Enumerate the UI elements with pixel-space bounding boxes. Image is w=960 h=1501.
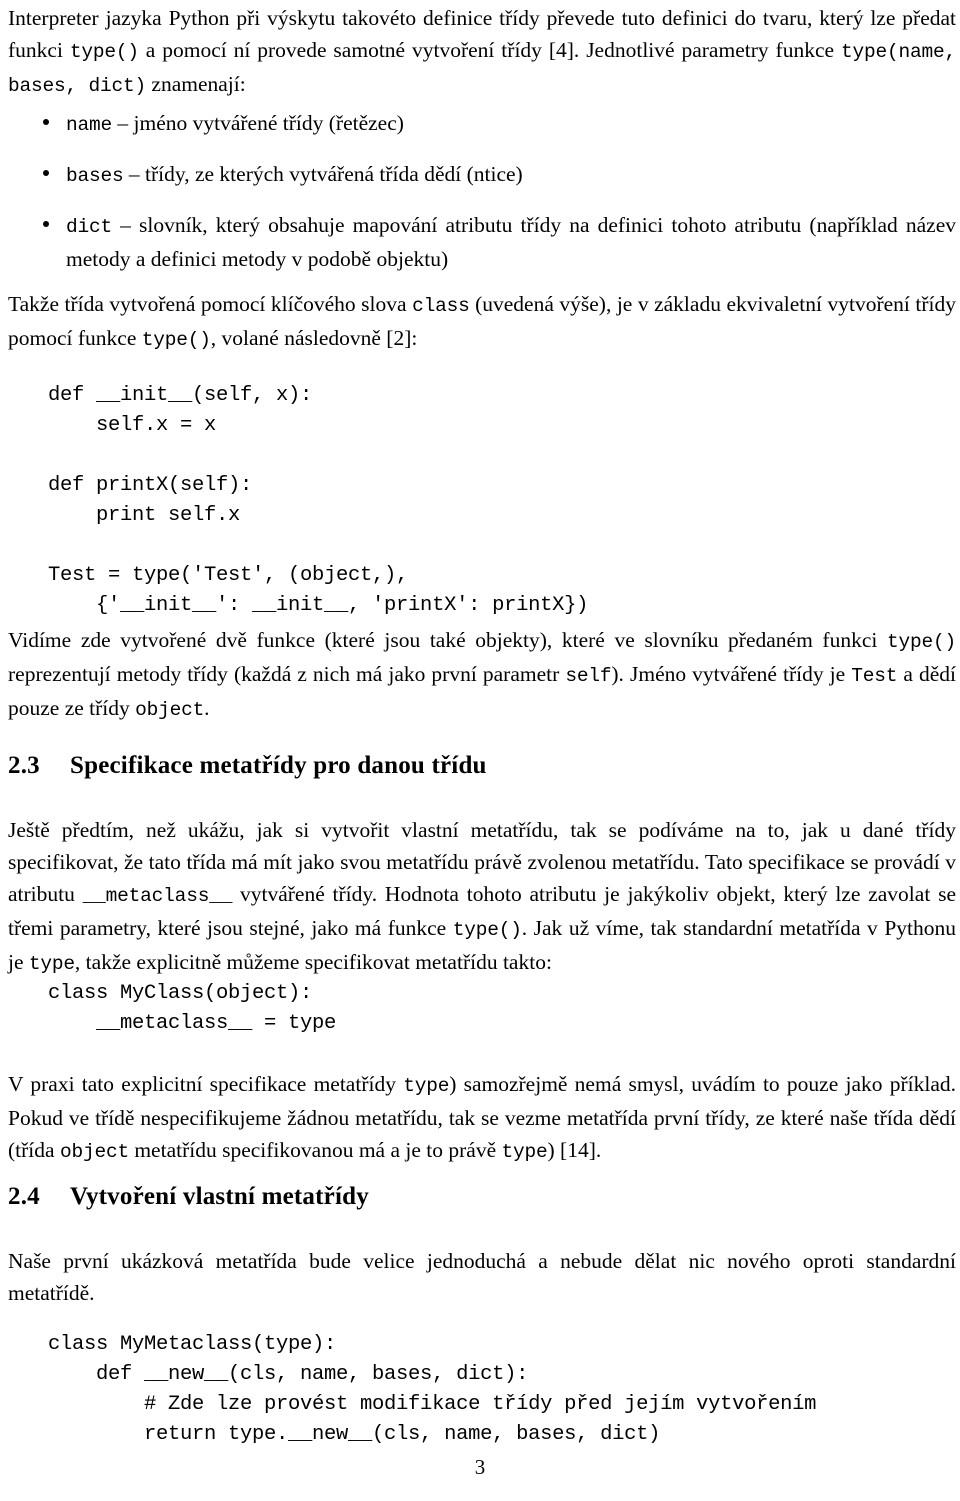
code-block-metaclass-attribute: class MyClass(object): __metaclass__ = t… [48, 982, 337, 1035]
inline-code-object: object [135, 699, 205, 721]
explanation-paragraph: Vidíme zde vytvořené dvě funkce (které j… [8, 624, 956, 726]
param-desc-dict: – slovník, který obsahuje mapování atrib… [66, 213, 956, 271]
bullet-icon [43, 221, 49, 227]
code-block-type-call-wrapper: def __init__(self, x): self.x = x def pr… [48, 381, 956, 621]
section-number-2-4: 2.4 [8, 1183, 40, 1210]
bullet-icon [43, 170, 49, 176]
inline-code-type-call-2: type() [141, 329, 211, 351]
expl-text-2: reprezentují metody třídy (každá z nich … [8, 662, 566, 686]
section-title-2-4: Vytvoření vlastní metatřídy [70, 1183, 369, 1210]
s23b-text-1: V praxi tato explicitní specifikace meta… [8, 1072, 404, 1096]
code-block-my-metaclass-wrapper: class MyMetaclass(type): def __new__(cls… [48, 1330, 956, 1450]
section-2-3-paragraph-block: Ještě předtím, než ukážu, jak si vytvoři… [8, 814, 956, 980]
explanation-paragraph-block: Vidíme zde vytvořené dvě funkce (které j… [8, 624, 956, 726]
params-list-block: name – jméno vytvářené třídy (řetězec) b… [8, 107, 956, 275]
bullet-icon [43, 119, 49, 125]
list-item-name: name – jméno vytvářené třídy (řetězec) [35, 107, 956, 141]
intro-paragraph: Interpreter jazyka Python při výskytu ta… [8, 2, 956, 102]
param-desc-name: – jméno vytvářené třídy (řetězec) [112, 111, 404, 135]
expl-text-1: Vidíme zde vytvořené dvě funkce (které j… [8, 628, 887, 652]
inline-code-self: self [565, 665, 612, 687]
inline-code-metaclass-attr: __metaclass__ [82, 885, 233, 907]
expl-text-3: ). Jméno vytvářené třídy je [611, 662, 852, 686]
inline-code-class-keyword: class [412, 295, 470, 317]
code-block-metaclass-attribute-wrapper: class MyClass(object): __metaclass__ = t… [48, 979, 956, 1039]
section-2-4-paragraph: Naše první ukázková metatřída bude velic… [8, 1249, 956, 1305]
equivalence-paragraph-block: Takže třída vytvořená pomocí klíčového s… [8, 288, 956, 356]
param-term-bases: bases [66, 165, 124, 187]
document-page: Interpreter jazyka Python při výskytu ta… [0, 0, 960, 1501]
inline-code-type-2: type [403, 1075, 450, 1097]
code-block-my-metaclass: class MyMetaclass(type): def __new__(cls… [48, 1333, 817, 1446]
param-term-dict: dict [66, 216, 113, 238]
inline-code-type: type [28, 953, 75, 975]
section-title-2-3: Specifikace metatřídy pro danou třídu [70, 752, 487, 779]
param-term-name: name [66, 114, 113, 136]
section-2-3-after-code-paragraph: V praxi tato explicitní specifikace meta… [8, 1068, 956, 1168]
inline-code-test: Test [851, 665, 898, 687]
section-2-3-heading-block: 2.3 Specifikace metatřídy pro danou třídu [8, 751, 956, 781]
inline-code-type-call-3: type() [886, 631, 956, 653]
section-number-2-3: 2.3 [8, 752, 40, 779]
equivalence-paragraph: Takže třída vytvořená pomocí klíčového s… [8, 288, 956, 356]
equiv-text-3: , volané následovně [2]: [210, 326, 418, 350]
s23-text-4: , takže explicitně můžeme specifikovat m… [74, 950, 552, 974]
list-item-dict: dict – slovník, který obsahuje mapování … [35, 209, 956, 275]
inline-code-type-call-4: type() [452, 919, 522, 941]
section-2-3-after-code-paragraph-block: V praxi tato explicitní specifikace meta… [8, 1068, 956, 1168]
code-block-type-call: def __init__(self, x): self.x = x def pr… [48, 384, 589, 617]
section-2-4-paragraph-block: Naše první ukázková metatřída bude velic… [8, 1245, 956, 1309]
inline-code-type-call: type() [69, 41, 139, 63]
list-item-bases: bases – třídy, ze kterých vytvářená tříd… [35, 158, 956, 192]
inline-code-type-3: type [501, 1141, 548, 1163]
param-desc-bases: – třídy, ze kterých vytvářená třída dědí… [123, 162, 523, 186]
section-2-3-paragraph: Ještě předtím, než ukážu, jak si vytvoři… [8, 814, 956, 980]
intro-text-2: a pomocí ní provede samotné vytvoření tř… [138, 38, 841, 62]
params-list: name – jméno vytvářené třídy (řetězec) b… [8, 107, 956, 275]
intro-text-3: znamenají: [146, 72, 246, 96]
inline-code-object-2: object [59, 1141, 129, 1163]
section-2-4-heading-block: 2.4 Vytvoření vlastní metatřídy [8, 1182, 956, 1212]
intro-paragraph-block: Interpreter jazyka Python při výskytu ta… [8, 2, 956, 102]
page-number: 3 [474, 1455, 486, 1479]
equiv-text-1: Takže třída vytvořená pomocí klíčového s… [8, 292, 413, 316]
section-heading-2-3: 2.3 Specifikace metatřídy pro danou třídu [8, 751, 956, 781]
s23b-text-4: ) [14]. [547, 1138, 602, 1162]
section-heading-2-4: 2.4 Vytvoření vlastní metatřídy [8, 1182, 956, 1212]
s23b-text-3: metatřídu specifikovanou má a je to práv… [128, 1138, 502, 1162]
expl-text-5: . [204, 696, 210, 720]
